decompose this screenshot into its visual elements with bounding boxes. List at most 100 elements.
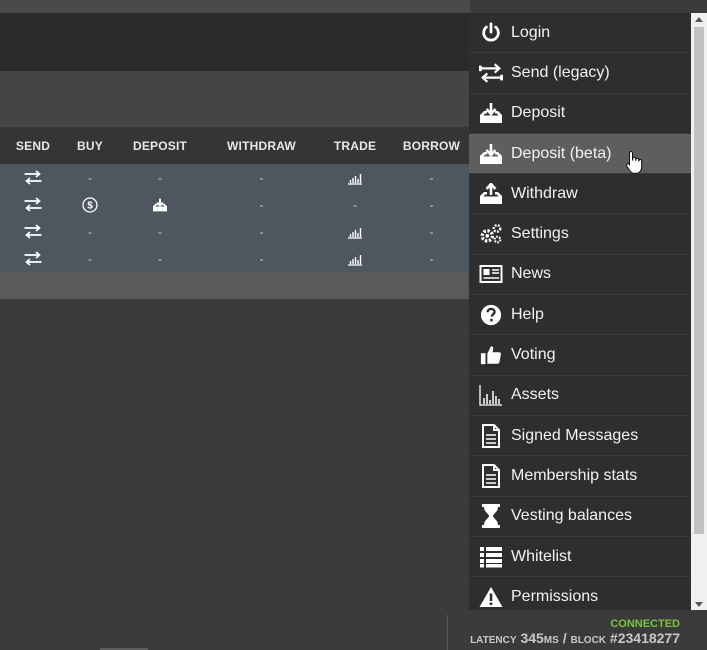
- deposit-cell-empty: -: [158, 224, 162, 239]
- deposit-icon: [153, 198, 167, 211]
- send-icon: [24, 170, 42, 185]
- menu-item-withdraw[interactable]: Withdraw: [469, 174, 691, 215]
- trade-icon: [348, 227, 362, 239]
- menu-item-signed-messages[interactable]: Signed Messages: [469, 416, 691, 457]
- document-icon: [479, 463, 503, 488]
- asset-actions-table: SEND BUY DEPOSIT WITHDRAW TRADE BORROW -…: [0, 127, 470, 299]
- thumbs-up-icon: [479, 343, 503, 367]
- status-bar: CONNECTED LATENCY 345MS / BLOCK #2341827…: [0, 610, 707, 650]
- menu-item-news[interactable]: News: [469, 255, 691, 296]
- menu-item-voting[interactable]: Voting: [469, 335, 691, 376]
- status-divider: [447, 615, 448, 650]
- trade-action-trade-icon[interactable]: [317, 245, 393, 272]
- latency-block-readout: LATENCY 345MS / BLOCK #23418277: [470, 630, 680, 646]
- menu-item-deposit[interactable]: Deposit: [469, 94, 691, 134]
- column-header-buy[interactable]: BUY: [66, 139, 114, 153]
- table-row: ----: [0, 218, 470, 245]
- borrow-cell-empty: -: [429, 224, 434, 239]
- hand-cursor-icon: [626, 150, 643, 174]
- menu-scrollbar[interactable]: [691, 13, 707, 610]
- menu-item-label: News: [511, 265, 552, 283]
- column-header-borrow[interactable]: BORROW: [393, 139, 470, 153]
- buy-action-buy-icon[interactable]: $: [66, 191, 114, 218]
- deposit-cell-empty: -: [158, 170, 162, 185]
- buy-icon: $: [82, 196, 98, 213]
- borrow-cell-empty: -: [429, 197, 434, 212]
- column-header-deposit[interactable]: DEPOSIT: [114, 139, 206, 153]
- table-row: ----: [0, 164, 470, 191]
- latency-label: LATENCY: [470, 635, 517, 646]
- menu-item-label: Vesting balances: [511, 507, 632, 525]
- question-icon: [479, 303, 503, 327]
- header-bar: [0, 13, 470, 71]
- send-icon: [24, 251, 42, 266]
- status-separator: /: [562, 630, 567, 646]
- trade-icon: [348, 254, 362, 266]
- menu-item-login[interactable]: Login: [469, 13, 691, 54]
- scroll-up-arrow-icon[interactable]: [691, 13, 707, 25]
- borrow-cell-empty: -: [429, 170, 434, 185]
- column-header-send[interactable]: SEND: [0, 139, 66, 153]
- menu-item-settings[interactable]: Settings: [469, 214, 691, 255]
- deposit-icon: [479, 101, 503, 125]
- document-icon: [479, 423, 503, 448]
- withdraw-cell-empty: -: [259, 170, 264, 185]
- trade-action-trade-icon[interactable]: [317, 164, 393, 191]
- menu-item-label: Login: [511, 23, 551, 41]
- sub-header-bar: [0, 71, 470, 127]
- table-row: $ - - -: [0, 191, 470, 218]
- menu-item-label: Whitelist: [511, 547, 572, 565]
- table-body: - - - - $ - - - - - - - - - - -: [0, 164, 470, 272]
- trade-action-trade-icon[interactable]: [317, 218, 393, 245]
- menu-item-label: Deposit: [511, 104, 566, 122]
- send-action-send-icon[interactable]: [0, 191, 66, 218]
- menu-item-label: Settings: [511, 225, 569, 243]
- send-action-send-icon[interactable]: [0, 164, 66, 191]
- deposit-cell-empty: -: [158, 251, 162, 266]
- gears-icon: [479, 222, 503, 246]
- menu-item-label: Deposit (beta): [511, 144, 612, 162]
- withdraw-cell-empty: -: [259, 251, 264, 266]
- scroll-down-arrow-icon[interactable]: [691, 598, 707, 610]
- menu-item-label: Voting: [511, 346, 556, 364]
- menu-item-membership-stats[interactable]: Membership stats: [469, 456, 691, 497]
- buy-cell-empty: -: [88, 224, 92, 239]
- deposit-action-deposit-icon[interactable]: [114, 191, 206, 218]
- svg-text:$: $: [87, 200, 93, 211]
- menu-item-help[interactable]: Help: [469, 295, 691, 336]
- dropdown-menu: Login Send (legacy) Deposit Deposit (beta) W…: [469, 13, 691, 610]
- buy-cell-empty: -: [88, 251, 92, 266]
- trade-cell-empty: -: [353, 197, 357, 212]
- menu-item-permissions[interactable]: Permissions: [469, 577, 691, 610]
- block-number: #23418277: [609, 630, 680, 646]
- bar-chart-icon: [479, 383, 503, 407]
- menu-item-send-legacy[interactable]: Send (legacy): [469, 53, 691, 94]
- send-action-send-icon[interactable]: [0, 245, 66, 272]
- table-footer: [0, 272, 470, 299]
- send-icon: [24, 224, 42, 239]
- latency-value: 345: [520, 630, 544, 646]
- scroll-thumb[interactable]: [694, 27, 704, 534]
- buy-cell-empty: -: [88, 170, 92, 185]
- connection-status: CONNECTED: [610, 618, 680, 630]
- trade-icon: [348, 173, 362, 185]
- menu-item-label: Send (legacy): [511, 63, 610, 81]
- menu-item-whitelist[interactable]: Whitelist: [469, 537, 691, 578]
- table-header: SEND BUY DEPOSIT WITHDRAW TRADE BORROW: [0, 127, 470, 164]
- send-action-send-icon[interactable]: [0, 218, 66, 245]
- menu-item-label: Withdraw: [511, 184, 578, 202]
- list-icon: [479, 545, 503, 569]
- menu-item-vesting-balances[interactable]: Vesting balances: [469, 497, 691, 537]
- borrow-cell-empty: -: [429, 251, 434, 266]
- menu-item-deposit-beta[interactable]: Deposit (beta): [469, 133, 691, 175]
- deposit-icon: [479, 142, 503, 166]
- column-header-trade[interactable]: TRADE: [317, 139, 393, 153]
- withdraw-cell-empty: -: [259, 197, 264, 212]
- menu-item-assets[interactable]: Assets: [469, 376, 691, 416]
- menu-item-label: Permissions: [511, 587, 599, 605]
- warning-icon: [479, 585, 503, 609]
- column-header-withdraw[interactable]: WITHDRAW: [206, 139, 317, 153]
- withdraw-cell-empty: -: [259, 224, 264, 239]
- newspaper-icon: [479, 262, 503, 286]
- top-strip: [0, 0, 470, 13]
